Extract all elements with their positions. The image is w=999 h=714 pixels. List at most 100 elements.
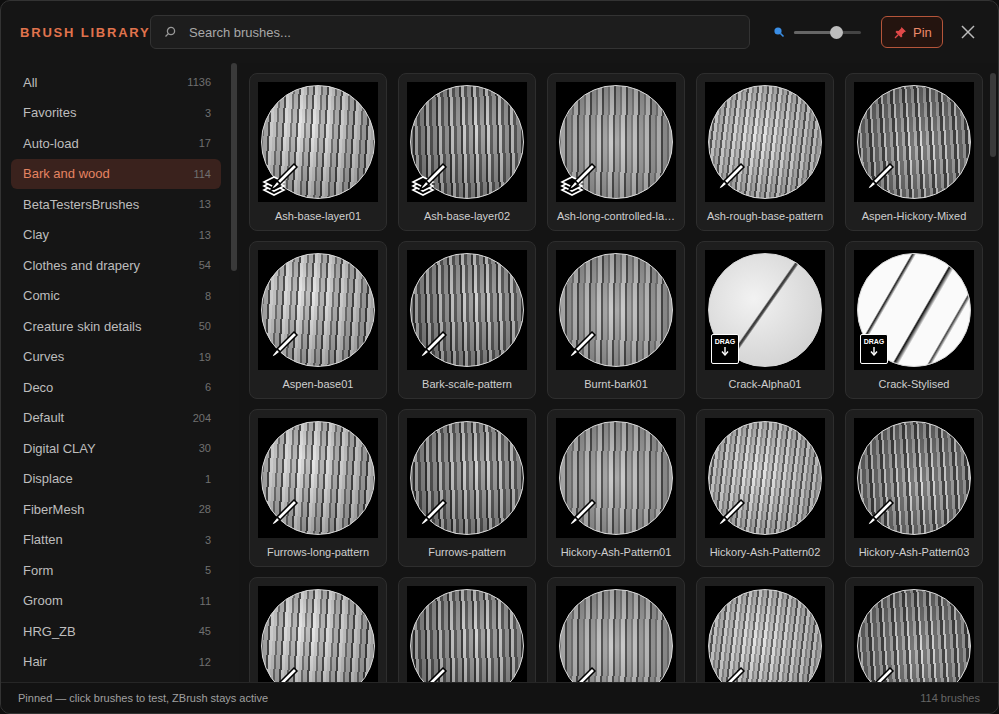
brush-grid: Ash-base-layer01 Ash-base-layer02 Ash-lo… xyxy=(249,73,988,682)
sidebar-item[interactable]: FiberMesh 28 xyxy=(11,494,221,525)
category-count: 114 xyxy=(193,168,211,180)
sidebar-item[interactable]: Digital CLAY 30 xyxy=(11,433,221,464)
sidebar-item[interactable]: HRG_ZB 45 xyxy=(11,616,221,647)
sidebar-item[interactable]: Favorites 3 xyxy=(11,98,221,129)
category-count: 50 xyxy=(199,320,211,332)
sidebar-scrollbar[interactable] xyxy=(231,63,239,682)
category-count: 28 xyxy=(199,503,211,515)
window-title: BRUSH LIBRARY xyxy=(20,25,150,40)
pin-icon xyxy=(894,26,907,39)
texture-preview xyxy=(261,589,375,682)
brush-icon xyxy=(709,496,759,536)
slider-track xyxy=(794,31,861,34)
scrollbar-thumb[interactable] xyxy=(990,73,996,157)
category-count: 1 xyxy=(205,473,211,485)
brush-icon xyxy=(858,664,908,682)
brush-grid-viewport: Ash-base-layer01 Ash-base-layer02 Ash-lo… xyxy=(239,63,988,682)
brush-name: Ash-rough-base-pattern xyxy=(704,210,826,228)
search-field[interactable]: Search brushes... xyxy=(150,15,750,49)
brush-card[interactable]: Aspen-base01 xyxy=(249,241,387,399)
category-label: HRG_ZB xyxy=(23,624,76,639)
category-label: Digital CLAY xyxy=(23,441,96,456)
pin-button[interactable]: Pin xyxy=(881,16,943,48)
category-count: 5 xyxy=(205,564,211,576)
brush-thumbnail xyxy=(705,82,825,202)
texture-preview xyxy=(559,589,673,682)
sidebar-item[interactable]: All 1136 xyxy=(11,67,221,98)
sidebar-item[interactable]: Flatten 3 xyxy=(11,525,221,556)
close-icon[interactable] xyxy=(961,25,975,39)
search-icon xyxy=(163,25,177,39)
brush-thumbnail xyxy=(258,82,378,202)
brush-card[interactable]: Hickory-Ash-Pattern01 xyxy=(547,409,685,567)
sidebar-item[interactable]: BetaTestersBrushes 13 xyxy=(11,189,221,220)
brush-card[interactable]: Bark-scale-pattern xyxy=(398,241,536,399)
brush-icon xyxy=(411,328,461,368)
sidebar-item[interactable]: Displace 1 xyxy=(11,464,221,495)
sidebar-item[interactable]: Clothes and drapery 54 xyxy=(11,250,221,281)
sidebar-item[interactable]: Form 5 xyxy=(11,555,221,586)
brush-card[interactable]: Ash-long-controlled-la… xyxy=(547,73,685,231)
brush-thumbnail xyxy=(407,82,527,202)
brush-thumbnail xyxy=(407,418,527,538)
scrollbar-thumb[interactable] xyxy=(231,63,237,271)
brush-icon xyxy=(262,328,312,368)
brush-card[interactable] xyxy=(547,577,685,682)
sidebar-item[interactable]: Bark and wood 114 xyxy=(11,159,221,190)
category-label: Favorites xyxy=(23,105,76,120)
brush-card[interactable]: Hickory-Ash-Pattern03 xyxy=(845,409,983,567)
brush-name: Hickory-Ash-Pattern01 xyxy=(558,546,675,564)
brush-thumbnail xyxy=(854,586,974,682)
brush-card[interactable]: Aspen-Hickory-Mixed xyxy=(845,73,983,231)
brush-library-window: BRUSH LIBRARY Search brushes... Pin All … xyxy=(0,0,999,714)
category-count: 11 xyxy=(200,595,211,607)
brush-card[interactable]: DRAG Crack-Alpha01 xyxy=(696,241,834,399)
category-count: 204 xyxy=(193,412,211,424)
brush-card[interactable]: Furrows-long-pattern xyxy=(249,409,387,567)
brush-card[interactable]: Hickory-Ash-Pattern02 xyxy=(696,409,834,567)
sidebar-item[interactable]: Groom 11 xyxy=(11,586,221,617)
grid-scrollbar[interactable] xyxy=(988,63,998,682)
sidebar-item[interactable]: Auto-load 17 xyxy=(11,128,221,159)
slider-thumb[interactable] xyxy=(830,26,843,39)
brush-card[interactable] xyxy=(696,577,834,682)
brush-name: Burnt-bark01 xyxy=(581,378,651,396)
category-label: Displace xyxy=(23,471,73,486)
brush-card[interactable]: Burnt-bark01 xyxy=(547,241,685,399)
brush-name: Ash-base-layer02 xyxy=(421,210,513,228)
brush-card[interactable] xyxy=(249,577,387,682)
brush-grid-area: Ash-base-layer01 Ash-base-layer02 Ash-lo… xyxy=(239,63,998,682)
texture-preview xyxy=(857,589,971,682)
brush-thumbnail xyxy=(556,250,676,370)
brush-icon xyxy=(858,496,908,536)
brush-card[interactable]: Furrows-pattern xyxy=(398,409,536,567)
sidebar-item[interactable]: Creature skin details 50 xyxy=(11,311,221,342)
sidebar-item[interactable]: Clay 13 xyxy=(11,220,221,251)
status-message: Pinned — click brushes to test, ZBrush s… xyxy=(18,692,268,704)
category-label: Auto-load xyxy=(23,136,79,151)
drag-label: DRAG xyxy=(864,338,885,345)
category-count: 12 xyxy=(199,656,211,668)
brush-thumbnail xyxy=(407,586,527,682)
category-label: All xyxy=(23,75,37,90)
texture-preview xyxy=(410,589,524,682)
sidebar-item[interactable]: Curves 19 xyxy=(11,342,221,373)
brush-name: Furrows-long-pattern xyxy=(264,546,372,564)
category-label: Clay xyxy=(23,227,49,242)
sidebar-item[interactable]: Default 204 xyxy=(11,403,221,434)
brush-name: Ash-base-layer01 xyxy=(272,210,364,228)
brush-card[interactable] xyxy=(398,577,536,682)
brush-card[interactable]: DRAG Crack-Stylised xyxy=(845,241,983,399)
brush-card[interactable] xyxy=(845,577,983,682)
brush-card[interactable]: Ash-rough-base-pattern xyxy=(696,73,834,231)
sidebar-item[interactable]: Hair 12 xyxy=(11,647,221,678)
category-count: 8 xyxy=(205,290,211,302)
sidebar-item[interactable]: Deco 6 xyxy=(11,372,221,403)
brush-card[interactable]: Ash-base-layer02 xyxy=(398,73,536,231)
sidebar-item[interactable]: Comic 8 xyxy=(11,281,221,312)
brush-icon xyxy=(411,496,461,536)
zoom-slider[interactable] xyxy=(794,25,861,40)
category-count: 17 xyxy=(199,137,211,149)
brush-card[interactable]: Ash-base-layer01 xyxy=(249,73,387,231)
category-count: 54 xyxy=(199,259,211,271)
